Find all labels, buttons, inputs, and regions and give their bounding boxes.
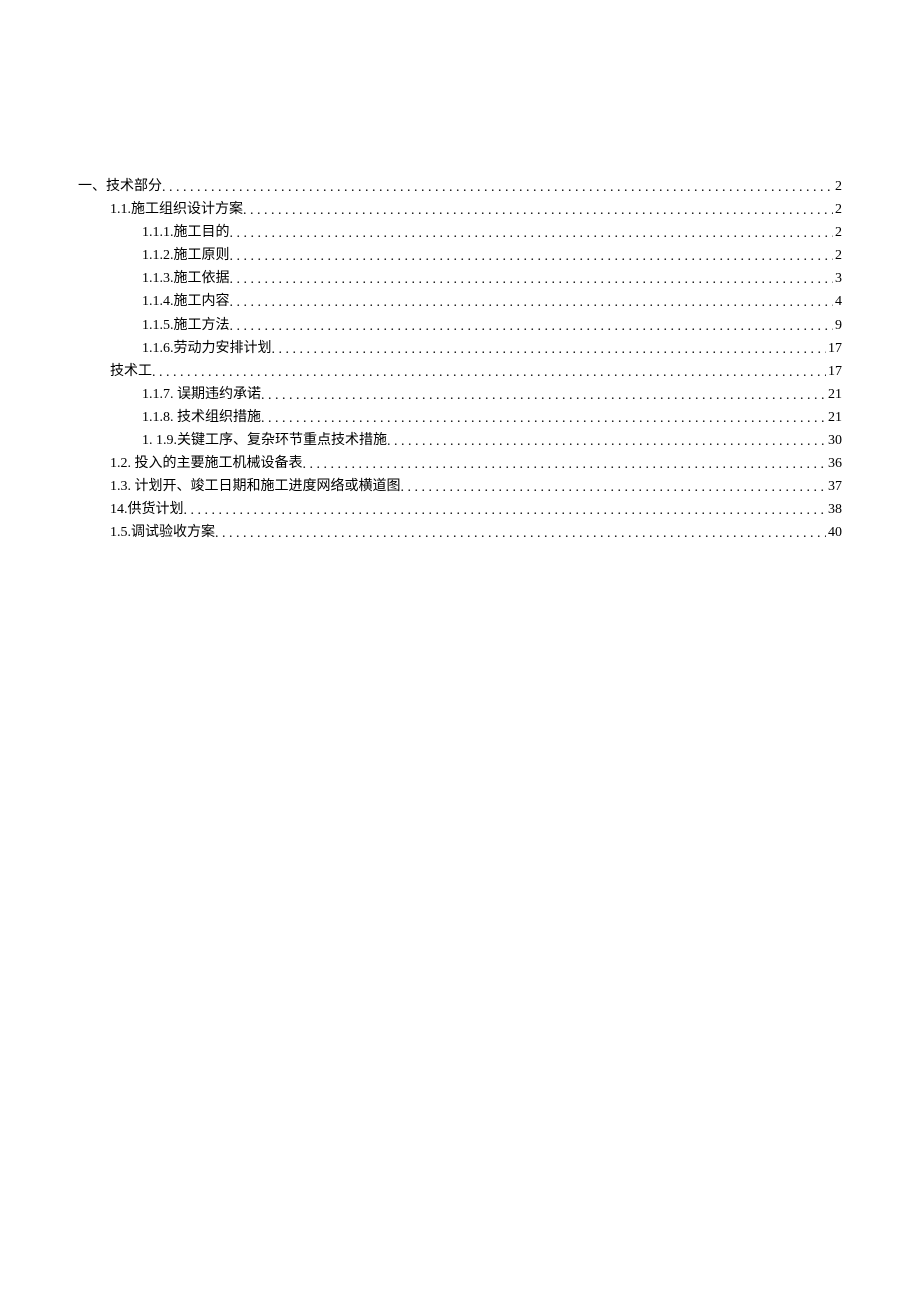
toc-entry[interactable]: 一、技术部分 2 bbox=[78, 175, 842, 198]
toc-entry-label: 1.1.7. 误期违约承诺 bbox=[142, 383, 261, 406]
toc-entry[interactable]: 1.1.3.施工依据 3 bbox=[78, 267, 842, 290]
toc-leader-dots bbox=[261, 384, 826, 407]
toc-leader-dots bbox=[261, 407, 826, 430]
toc-entry-page: 2 bbox=[833, 175, 842, 198]
toc-entry[interactable]: 1. 1.9.关键工序、复杂环节重点技术措施 30 bbox=[78, 429, 842, 452]
toc-entry-label: 1.1.3.施工依据 bbox=[142, 267, 230, 290]
toc-leader-dots bbox=[230, 222, 834, 245]
toc-entry[interactable]: 1.3. 计划开、竣工日期和施工进度网络或横道图 37 bbox=[78, 475, 842, 498]
toc-entry-page: 9 bbox=[833, 314, 842, 337]
toc-entry-page: 21 bbox=[826, 406, 842, 429]
toc-entry-page: 17 bbox=[826, 337, 842, 360]
toc-entry-page: 30 bbox=[826, 429, 842, 452]
toc-entry-label: 1.5.调试验收方案 bbox=[110, 521, 215, 544]
toc-entry-page: 4 bbox=[833, 290, 842, 313]
toc-entry-label: 1.1.4.施工内容 bbox=[142, 290, 230, 313]
toc-entry-label: 1.1.施工组织设计方案 bbox=[110, 198, 243, 221]
toc-entry-label: 1.1.1.施工目的 bbox=[142, 221, 230, 244]
toc-entry-label: 1.1.2.施工原则 bbox=[142, 244, 230, 267]
toc-entry-label: 1. 1.9.关键工序、复杂环节重点技术措施 bbox=[142, 429, 387, 452]
toc-leader-dots bbox=[401, 476, 827, 499]
toc-entry[interactable]: 1.1.施工组织设计方案 2 bbox=[78, 198, 842, 221]
toc-entry[interactable]: 1.1.4.施工内容 4 bbox=[78, 290, 842, 313]
toc-entry-label: 1.1.6.劳动力安排计划 bbox=[142, 337, 272, 360]
toc-entry[interactable]: 1.1.2.施工原则 2 bbox=[78, 244, 842, 267]
toc-entry[interactable]: 1.5.调试验收方案 40 bbox=[78, 521, 842, 544]
toc-leader-dots bbox=[387, 430, 826, 453]
toc-entry-page: 38 bbox=[826, 498, 842, 521]
toc-entry-page: 40 bbox=[826, 521, 842, 544]
toc-leader-dots bbox=[230, 291, 834, 314]
toc-entry[interactable]: 1.1.7. 误期违约承诺 21 bbox=[78, 383, 842, 406]
toc-entry-label: 1.3. 计划开、竣工日期和施工进度网络或横道图 bbox=[110, 475, 401, 498]
toc-entry-page: 17 bbox=[826, 360, 842, 383]
toc-entry-label: 一、技术部分 bbox=[78, 175, 162, 198]
toc-leader-dots bbox=[243, 199, 833, 222]
toc-leader-dots bbox=[184, 499, 827, 522]
toc-entry-page: 37 bbox=[826, 475, 842, 498]
toc-entry-page: 2 bbox=[833, 244, 842, 267]
toc-entry-page: 21 bbox=[826, 383, 842, 406]
toc-entry[interactable]: 1.1.1.施工目的 2 bbox=[78, 221, 842, 244]
toc-entry-label: 1.1.8. 技术组织措施 bbox=[142, 406, 261, 429]
toc-entry-page: 36 bbox=[826, 452, 842, 475]
toc-entry-label: 1.1.5.施工方法 bbox=[142, 314, 230, 337]
table-of-contents: 一、技术部分21.1.施工组织设计方案21.1.1.施工目的21.1.2.施工原… bbox=[78, 175, 842, 545]
toc-entry-label: 技术工 bbox=[110, 360, 152, 383]
toc-entry-label: 14.供货计划 bbox=[110, 498, 184, 521]
toc-entry[interactable]: 1.1.8. 技术组织措施 21 bbox=[78, 406, 842, 429]
toc-entry[interactable]: 1.1.6.劳动力安排计划 17 bbox=[78, 337, 842, 360]
toc-leader-dots bbox=[272, 338, 827, 361]
toc-entry[interactable]: 1.1.5.施工方法 9 bbox=[78, 314, 842, 337]
toc-leader-dots bbox=[303, 453, 827, 476]
toc-entry[interactable]: 技术工 17 bbox=[78, 360, 842, 383]
toc-leader-dots bbox=[230, 268, 834, 291]
toc-entry-label: 1.2. 投入的主要施工机械设备表 bbox=[110, 452, 303, 475]
toc-leader-dots bbox=[230, 245, 834, 268]
toc-entry-page: 2 bbox=[833, 221, 842, 244]
toc-leader-dots bbox=[162, 176, 833, 199]
toc-leader-dots bbox=[152, 361, 826, 384]
toc-entry-page: 2 bbox=[833, 198, 842, 221]
toc-entry-page: 3 bbox=[833, 267, 842, 290]
toc-leader-dots bbox=[215, 522, 826, 545]
toc-entry[interactable]: 14.供货计划 38 bbox=[78, 498, 842, 521]
toc-entry[interactable]: 1.2. 投入的主要施工机械设备表 36 bbox=[78, 452, 842, 475]
toc-leader-dots bbox=[230, 315, 834, 338]
